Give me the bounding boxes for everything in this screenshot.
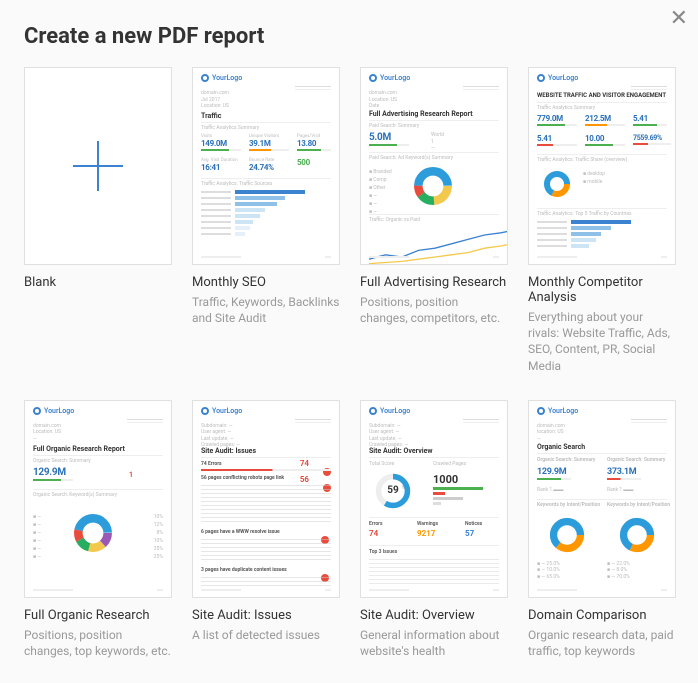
thumb-competitor: YourLogo WEBSITE TRAFFIC AND VISITOR ENG… xyxy=(528,67,676,265)
card-title: Blank xyxy=(24,275,172,290)
card-title: Full Organic Research xyxy=(24,608,172,623)
thumb-organic: YourLogo domain.comLocation: US— Full Or… xyxy=(24,400,172,598)
logo-icon: YourLogo xyxy=(369,74,410,82)
thumb-site-audit-overview: YourLogo Subdomain: —User agent: —Last u… xyxy=(360,400,508,598)
template-card-domain-comparison[interactable]: YourLogo domain.comlocation: US— Organic… xyxy=(528,400,676,659)
donut-chart-icon xyxy=(411,164,455,208)
logo-icon: YourLogo xyxy=(201,407,242,415)
template-card-site-audit-overview[interactable]: YourLogo Subdomain: —User agent: —Last u… xyxy=(360,400,508,659)
card-desc: Positions, position changes, top keyword… xyxy=(24,627,172,659)
thumb-site-audit-issues: YourLogo Subdomain: —User agent: —Last u… xyxy=(192,400,340,598)
card-title: Full Advertising Research xyxy=(360,275,508,290)
donut-chart-icon xyxy=(539,166,575,206)
logo-icon: YourLogo xyxy=(201,74,242,82)
thumb-monthly-seo: YourLogo domain.comJul 2017Location: US … xyxy=(192,67,340,265)
card-title: Site Audit: Overview xyxy=(360,608,508,623)
thumb-full-advertising: YourLogo domain.comLocation: USDate Full… xyxy=(360,67,508,265)
thumb-domain-comparison: YourLogo domain.comlocation: US— Organic… xyxy=(528,400,676,598)
template-card-monthly-seo[interactable]: YourLogo domain.comJul 2017Location: US … xyxy=(192,67,340,374)
template-card-full-advertising[interactable]: YourLogo domain.comLocation: USDate Full… xyxy=(360,67,508,374)
card-title: Domain Comparison xyxy=(528,608,676,623)
template-card-organic[interactable]: YourLogo domain.comLocation: US— Full Or… xyxy=(24,400,172,659)
template-card-blank[interactable]: Blank xyxy=(24,67,172,374)
donut-chart-icon xyxy=(615,513,659,561)
card-desc: Organic research data, paid traffic, top… xyxy=(528,627,676,659)
donut-chart-icon xyxy=(545,513,589,561)
logo-icon: YourLogo xyxy=(537,74,578,82)
score-donut-icon: 59 % xyxy=(373,471,413,515)
card-title: Monthly SEO xyxy=(192,275,340,290)
template-card-site-audit-issues[interactable]: YourLogo Subdomain: —User agent: —Last u… xyxy=(192,400,340,659)
card-desc: General information about website's heal… xyxy=(360,627,508,659)
close-icon[interactable]: ✕ xyxy=(670,8,688,30)
card-title: Site Audit: Issues xyxy=(192,608,340,623)
svg-text:59: 59 xyxy=(387,485,399,496)
donut-chart-icon xyxy=(71,511,115,555)
logo-icon: YourLogo xyxy=(33,407,74,415)
template-card-competitor[interactable]: YourLogo WEBSITE TRAFFIC AND VISITOR ENG… xyxy=(528,67,676,374)
card-desc: Positions, position changes, competitors… xyxy=(360,294,508,326)
card-desc: Everything about your rivals: Website Tr… xyxy=(528,309,676,374)
template-grid: Blank YourLogo domain.comJul 2017Locatio… xyxy=(0,67,698,683)
card-desc: Traffic, Keywords, Backlinks and Site Au… xyxy=(192,294,340,326)
logo-icon: YourLogo xyxy=(369,407,410,415)
card-title: Monthly Competitor Analysis xyxy=(528,275,676,305)
thumb-blank xyxy=(24,67,172,265)
logo-icon: YourLogo xyxy=(537,407,578,415)
page-title: Create a new PDF report xyxy=(0,0,698,67)
